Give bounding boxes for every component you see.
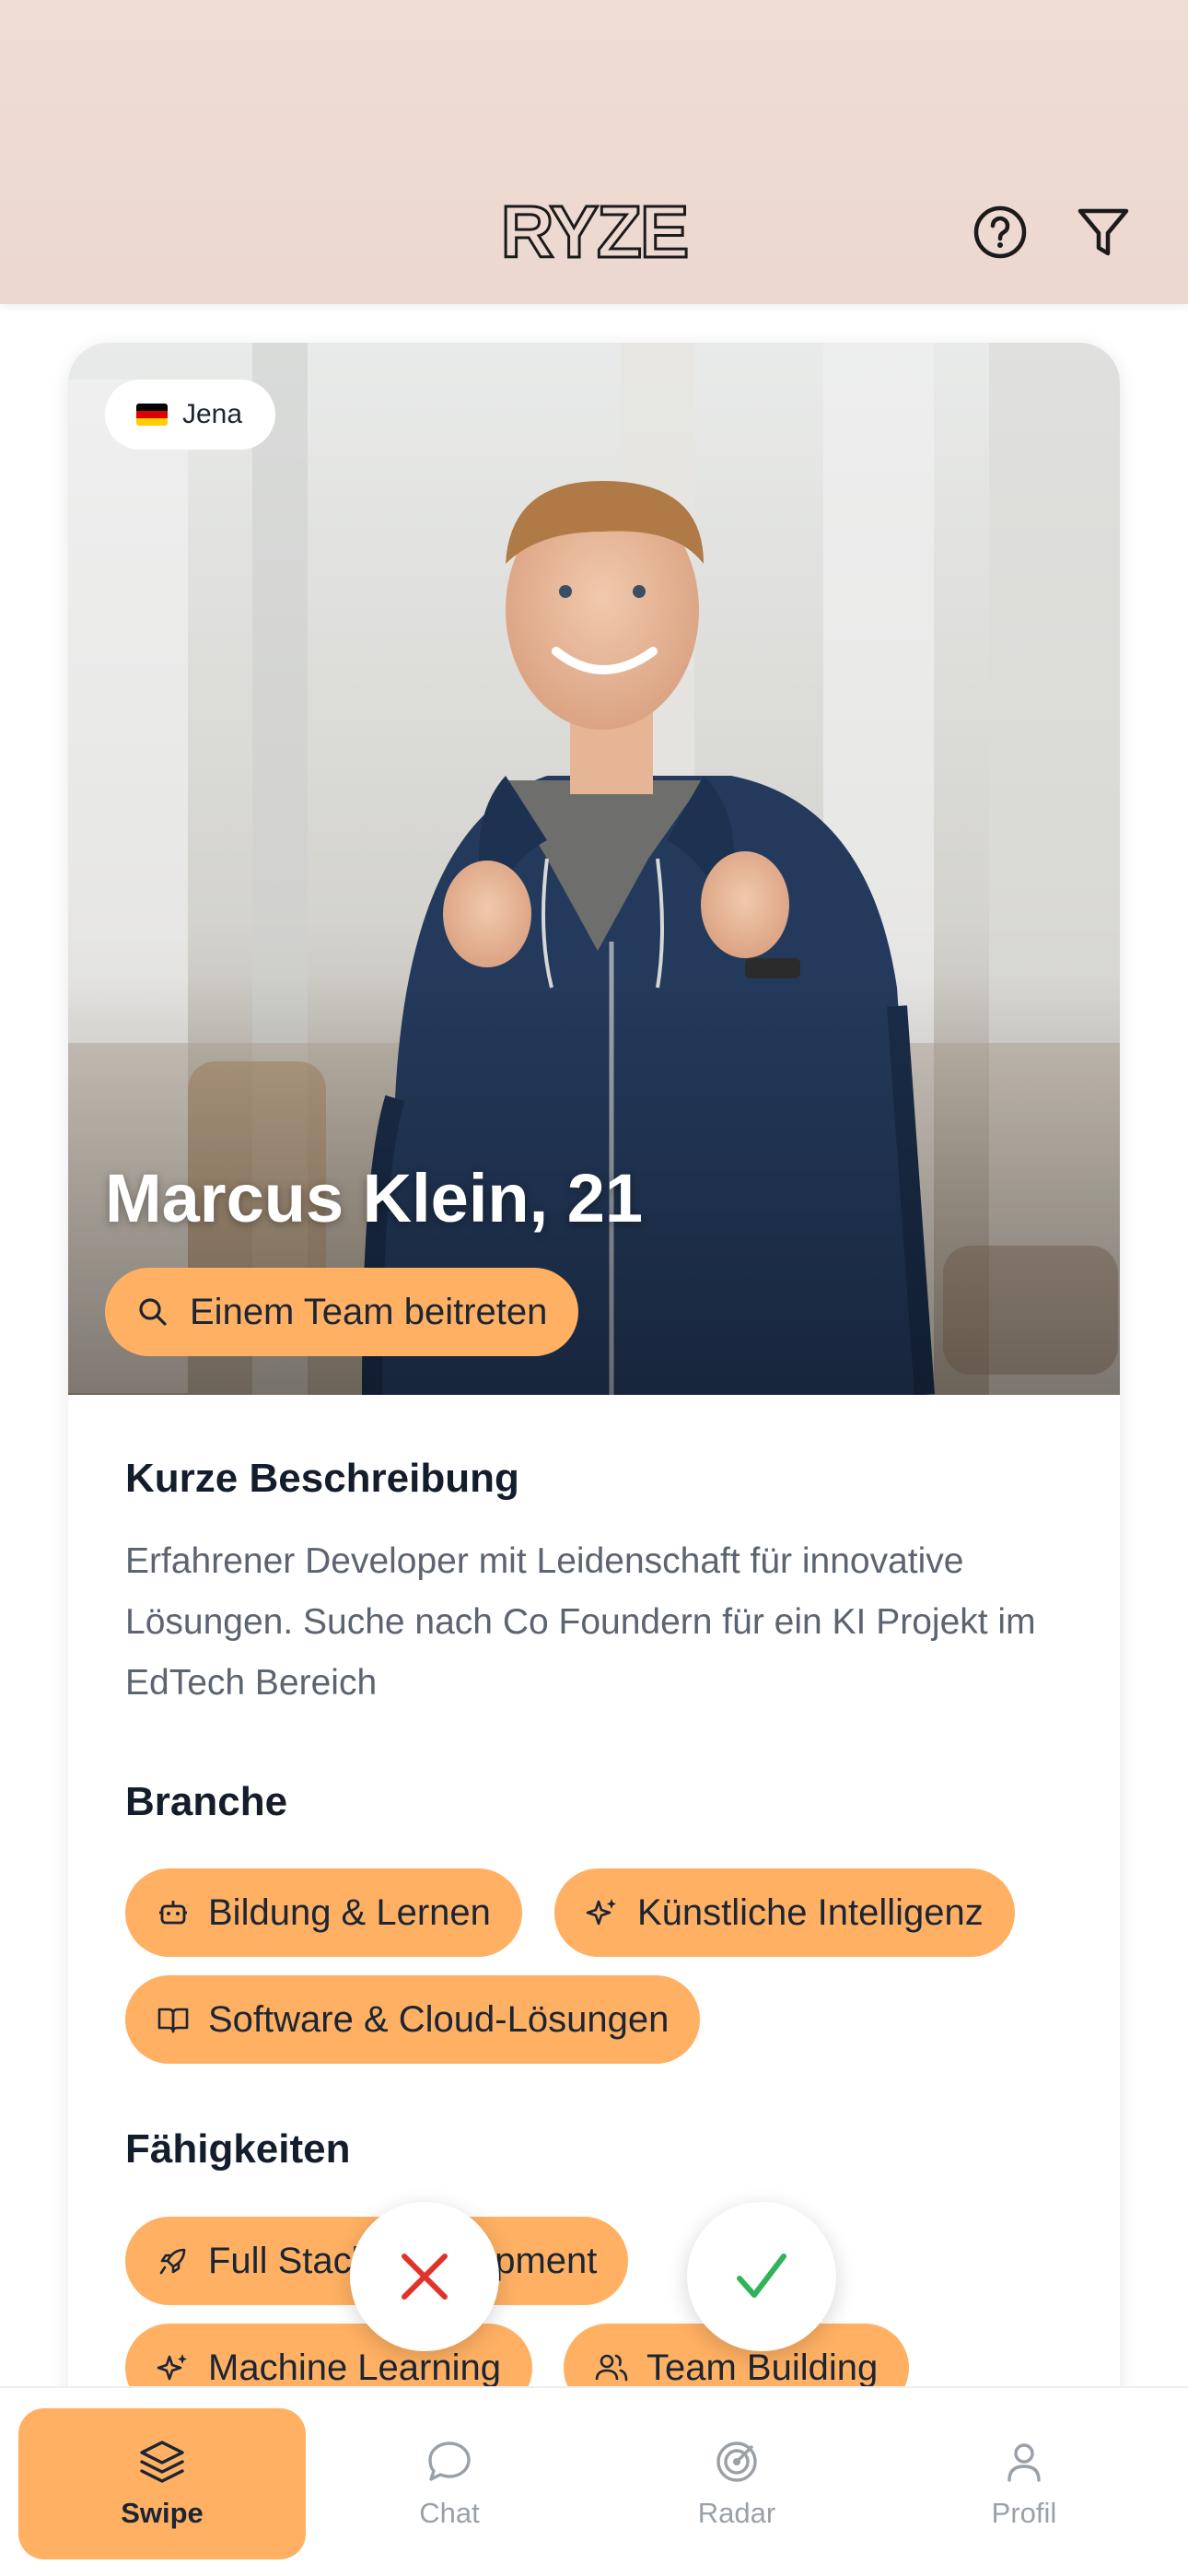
nav-item-swipe[interactable]: Swipe (18, 2408, 306, 2559)
nav-label-chat: Chat (419, 2497, 480, 2529)
sparkles-icon (157, 2354, 187, 2381)
industry-tag-label: Software & Cloud-Lösungen (208, 1998, 670, 2040)
nav-item-profil[interactable]: Profil (880, 2408, 1168, 2559)
industry-tag-software[interactable]: Software & Cloud-Lösungen (125, 1975, 701, 2064)
industry-tag-education[interactable]: Bildung & Lernen (125, 1868, 522, 1957)
description-text: Erfahrener Developer mit Leidenschaft fü… (125, 1541, 1036, 1703)
location-badge: Jena (105, 380, 276, 450)
skill-tag-label: Machine Learning (208, 2347, 501, 2388)
user-icon (1007, 2443, 1041, 2482)
profile-card[interactable]: Jena Marcus Klein, 21 Einem Team beitret… (68, 343, 1120, 2576)
robot-icon (159, 1901, 187, 1925)
skill-tag-label: Team Building (646, 2347, 879, 2388)
sparkles-icon (586, 1899, 616, 1926)
join-team-button[interactable]: Einem Team beitreten (105, 1268, 579, 1356)
description-title: Kurze Beschreibung (125, 1456, 519, 1501)
layers-icon (140, 2441, 184, 2483)
rocket-icon (159, 2248, 186, 2275)
help-icon[interactable] (971, 203, 1030, 262)
reject-button[interactable] (350, 2202, 499, 2351)
germany-flag-icon (136, 404, 168, 426)
check-icon (737, 2254, 786, 2298)
industry-title: Branche (125, 1779, 288, 1824)
accept-button[interactable] (687, 2202, 836, 2351)
nav-label-radar: Radar (697, 2497, 776, 2529)
ryze-logo: RYZE RYZE (499, 198, 690, 266)
location-text: Jena (182, 399, 243, 429)
logo-inner-lines: RYZE (501, 198, 687, 266)
bottom-navigation: Swipe Chat Radar Profil (0, 2386, 1188, 2576)
users-icon (595, 2354, 628, 2382)
radar-icon (716, 2441, 757, 2482)
skills-title: Fähigkeiten (125, 2126, 351, 2172)
app-header: RYZE RYZE (0, 0, 1188, 304)
nav-label-profil: Profil (991, 2497, 1057, 2529)
profile-photo: Jena Marcus Klein, 21 Einem Team beitret… (68, 343, 1120, 1395)
filter-icon[interactable] (1074, 203, 1133, 262)
industry-tag-ai[interactable]: Künstliche Intelligenz (554, 1868, 1015, 1957)
nav-label-swipe: Swipe (121, 2497, 204, 2529)
book-open-icon (157, 2008, 189, 2033)
chat-bubble-icon (428, 2441, 471, 2481)
nav-item-radar[interactable]: Radar (593, 2408, 880, 2559)
close-icon (402, 2254, 448, 2300)
join-team-label: Einem Team beitreten (190, 1291, 548, 1332)
profile-name: Marcus Klein, 21 (105, 1160, 644, 1236)
industry-tag-label: Bildung & Lernen (208, 1891, 491, 1933)
industry-tag-label: Künstliche Intelligenz (637, 1891, 984, 1933)
nav-item-chat[interactable]: Chat (306, 2408, 593, 2559)
search-icon (139, 1298, 167, 1326)
